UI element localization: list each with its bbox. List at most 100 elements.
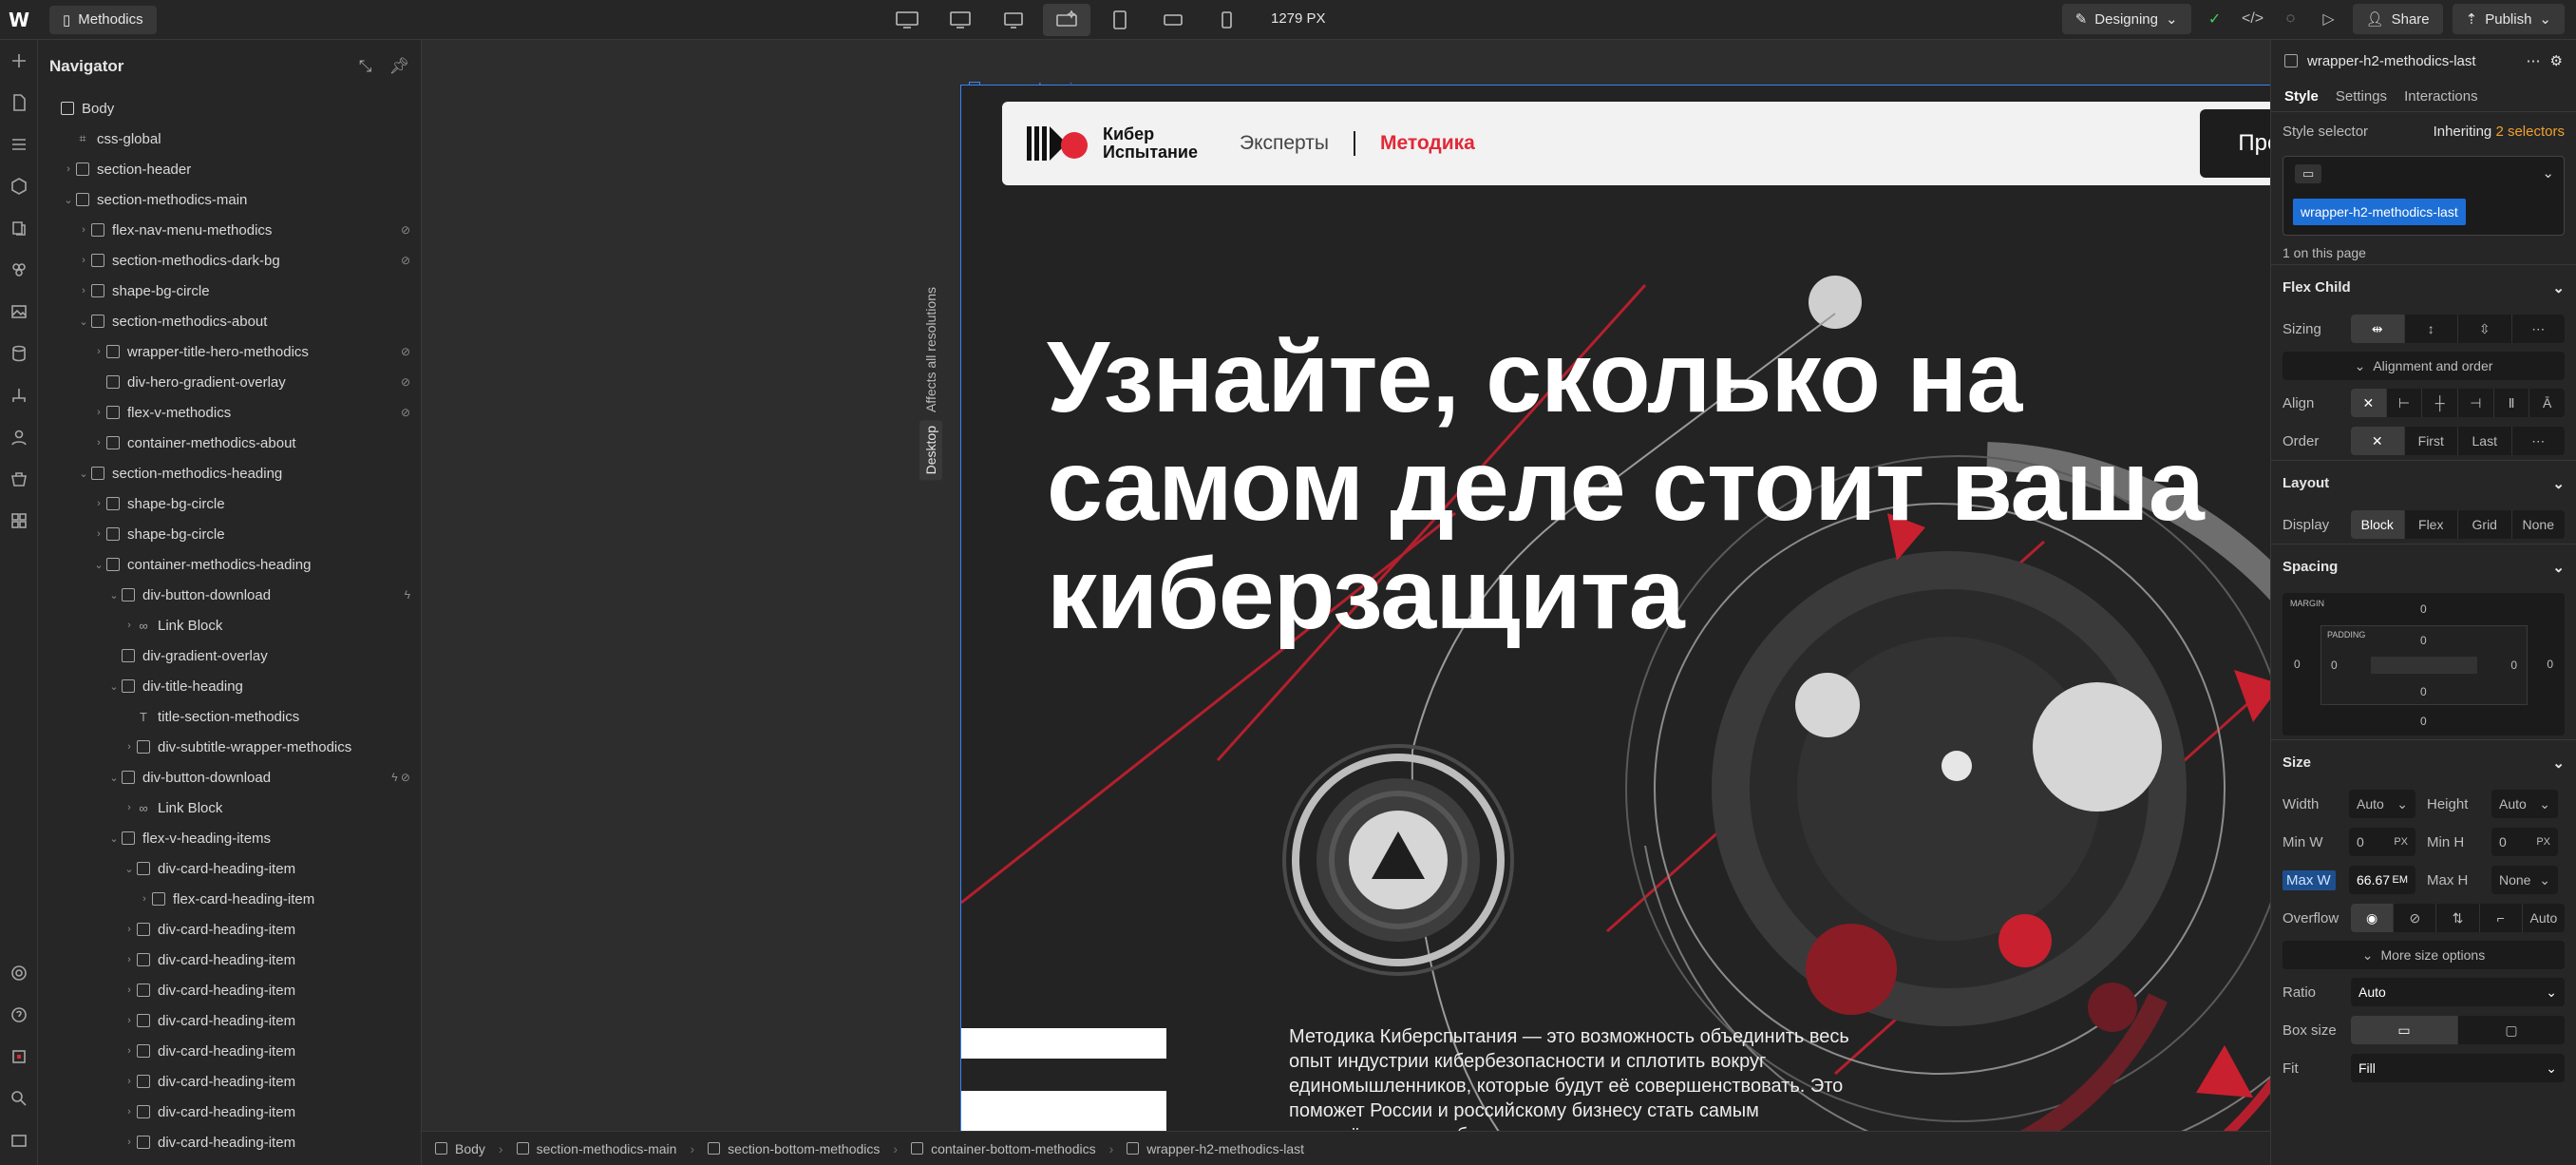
mode-dropdown[interactable]: ✎ Designing ⌄ (2061, 4, 2191, 34)
navigator-node[interactable]: › div-card-heading-item (38, 1127, 422, 1157)
navigator-node[interactable]: ⌄ section-methodics-about (38, 306, 422, 336)
chevron-right-icon[interactable]: › (122, 1136, 137, 1148)
inheriting-info[interactable]: Inheriting 2 selectors (2434, 124, 2565, 140)
variables-icon[interactable] (0, 207, 38, 249)
chevron-right-icon[interactable]: › (122, 802, 137, 813)
users-icon[interactable] (0, 416, 38, 458)
navigator-node[interactable]: › section-methodics-dark-bg ⊘ (38, 245, 422, 276)
order-first[interactable]: First (2405, 427, 2458, 455)
display-grid[interactable]: Grid (2458, 510, 2512, 539)
navigator-node[interactable]: ⌄ div-card-heading-item (38, 853, 422, 884)
chevron-right-icon[interactable]: › (76, 285, 91, 296)
chevron-right-icon[interactable]: › (122, 984, 137, 996)
navigator-node[interactable]: › flex-nav-menu-methodics ⊘ (38, 215, 422, 245)
chevron-right-icon[interactable]: › (76, 224, 91, 236)
more-icon[interactable]: ⋯ (2527, 52, 2541, 69)
border-box-icon[interactable]: ▭ (2351, 1016, 2458, 1044)
code-icon[interactable]: </> (2239, 4, 2267, 34)
breakpoint-large-desktop[interactable] (883, 4, 931, 36)
margin-top-value[interactable]: 0 (2420, 602, 2427, 616)
navigator-node[interactable]: › div-card-heading-item (38, 1036, 422, 1066)
overflow-clip-icon[interactable]: ⌐ (2480, 904, 2523, 932)
chevron-down-icon[interactable]: ⌄ (122, 863, 137, 875)
visibility-flag-icon[interactable]: ⊘ (401, 223, 410, 237)
width-input[interactable]: Auto ⌄ (2349, 790, 2415, 818)
breakpoint-laptop[interactable] (990, 4, 1037, 36)
breadcrumb-item[interactable]: section-bottom-methodics › (708, 1141, 898, 1156)
navigator-node[interactable]: Ttitle-section-methodics (38, 701, 422, 732)
ratio-select[interactable]: Auto ⌄ (2351, 978, 2565, 1006)
nav-link-experts[interactable]: Эксперты (1240, 132, 1329, 155)
navigator-node[interactable]: ⌄ div-button-download ϟ (38, 580, 422, 610)
navigator-node[interactable]: div-gradient-overlay (38, 640, 422, 671)
add-icon[interactable] (0, 40, 38, 82)
min-width-unit[interactable]: PX (2394, 836, 2408, 848)
chevron-right-icon[interactable]: › (91, 528, 106, 540)
publish-button[interactable]: ⇡ Publish ⌄ (2452, 4, 2565, 34)
navigator-node[interactable]: › flex-v-methodics ⊘ (38, 397, 422, 428)
pages-icon[interactable] (0, 82, 38, 124)
overflow-scroll-icon[interactable]: ⇅ (2436, 904, 2480, 932)
chevron-down-icon[interactable]: ⌄ (76, 468, 91, 480)
visibility-flag-icon[interactable]: ⊘ (401, 254, 410, 267)
max-height-input[interactable]: None ⌄ (2491, 866, 2558, 894)
height-input[interactable]: Auto ⌄ (2491, 790, 2558, 818)
breakpoint-tablet[interactable] (1096, 4, 1144, 36)
assets-icon[interactable] (0, 291, 38, 333)
navigator-node[interactable]: › div-card-heading-item (38, 1097, 422, 1127)
align-none-icon[interactable]: ✕ (2351, 389, 2387, 417)
navigator-node[interactable]: › div-card-heading-item (38, 914, 422, 945)
navigator-node[interactable]: › flex-card-heading-item (38, 884, 422, 914)
chevron-right-icon[interactable]: › (122, 620, 137, 631)
navigator-node[interactable]: › container-methodics-about (38, 428, 422, 458)
navigator-node[interactable]: › div-card-heading-item (38, 1005, 422, 1036)
navigator-node[interactable]: › ∞ Link Block (38, 610, 422, 640)
styles-icon[interactable] (0, 249, 38, 291)
breakpoint-mobile-landscape[interactable] (1149, 4, 1197, 36)
page-selector[interactable]: ▯ Methodics (49, 5, 157, 34)
navigator-node[interactable]: ⌄ div-title-heading (38, 671, 422, 701)
navigator-node[interactable]: › div-card-heading-item (38, 945, 422, 975)
navigator-node[interactable]: › shape-bg-circle (38, 488, 422, 519)
cms-icon[interactable] (0, 333, 38, 374)
overflow-auto[interactable]: Auto (2523, 904, 2565, 932)
chevron-right-icon[interactable]: › (137, 893, 152, 905)
sizing-shrink-icon[interactable]: ⇹ (2351, 315, 2405, 343)
more-icon[interactable]: ⋯ (2512, 315, 2566, 343)
display-none[interactable]: None (2512, 510, 2566, 539)
chevron-right-icon[interactable]: › (91, 437, 106, 449)
spacing-section[interactable]: Spacing ⌄ (2271, 544, 2576, 589)
sizing-grow-icon[interactable]: ↕ (2405, 315, 2458, 343)
navigator-node[interactable]: › section-header (38, 154, 422, 184)
chevron-down-icon[interactable]: ⌄ (106, 832, 122, 845)
padding-right-value[interactable]: 0 (2510, 659, 2517, 672)
navigator-node[interactable]: › div-card-heading-item (38, 975, 422, 1005)
play-icon[interactable]: ▷ (2315, 4, 2343, 34)
display-flex[interactable]: Flex (2405, 510, 2458, 539)
chevron-right-icon[interactable]: › (122, 1015, 137, 1026)
more-icon[interactable]: ⋯ (2512, 427, 2566, 455)
more-size-options-button[interactable]: ⌄ More size options (2282, 941, 2565, 969)
fit-select[interactable]: Fill ⌄ (2351, 1054, 2565, 1082)
navigator-node[interactable]: › shape-bg-circle (38, 276, 422, 306)
navigator-node[interactable]: › ∞ Link Block (38, 793, 422, 823)
chevron-down-icon[interactable]: ⌄ (91, 559, 106, 571)
share-button[interactable]: 👤︎ Share (2352, 4, 2443, 34)
overflow-visible-icon[interactable]: ◉ (2351, 904, 2395, 932)
visibility-flag-icon[interactable]: ⊘ (401, 345, 410, 358)
navigator-node[interactable]: Body (38, 93, 422, 124)
min-height-input[interactable]: 0 PX (2491, 828, 2558, 856)
navigator-node[interactable]: › div-subtitle-wrapper-methodics (38, 732, 422, 762)
overflow-hidden-icon[interactable]: ⊘ (2394, 904, 2437, 932)
comment-icon[interactable]: ◌ (2277, 4, 2305, 34)
navigator-node[interactable]: › div-card-heading-item (38, 1066, 422, 1097)
breakpoint-mobile-portrait[interactable] (1203, 4, 1250, 36)
visibility-flag-icon[interactable]: ⊘ (401, 406, 410, 419)
visibility-flag-icon[interactable]: ϟ (405, 588, 410, 602)
chevron-right-icon[interactable]: › (91, 498, 106, 509)
desktop-breakpoint-label[interactable]: Desktop (919, 420, 942, 481)
navigator-icon[interactable] (0, 124, 38, 165)
navigator-node[interactable]: ⌄ flex-v-heading-items (38, 823, 422, 853)
alignment-order-button[interactable]: ⌄ Alignment and order (2282, 352, 2565, 380)
size-section[interactable]: Size ⌄ (2271, 739, 2576, 785)
